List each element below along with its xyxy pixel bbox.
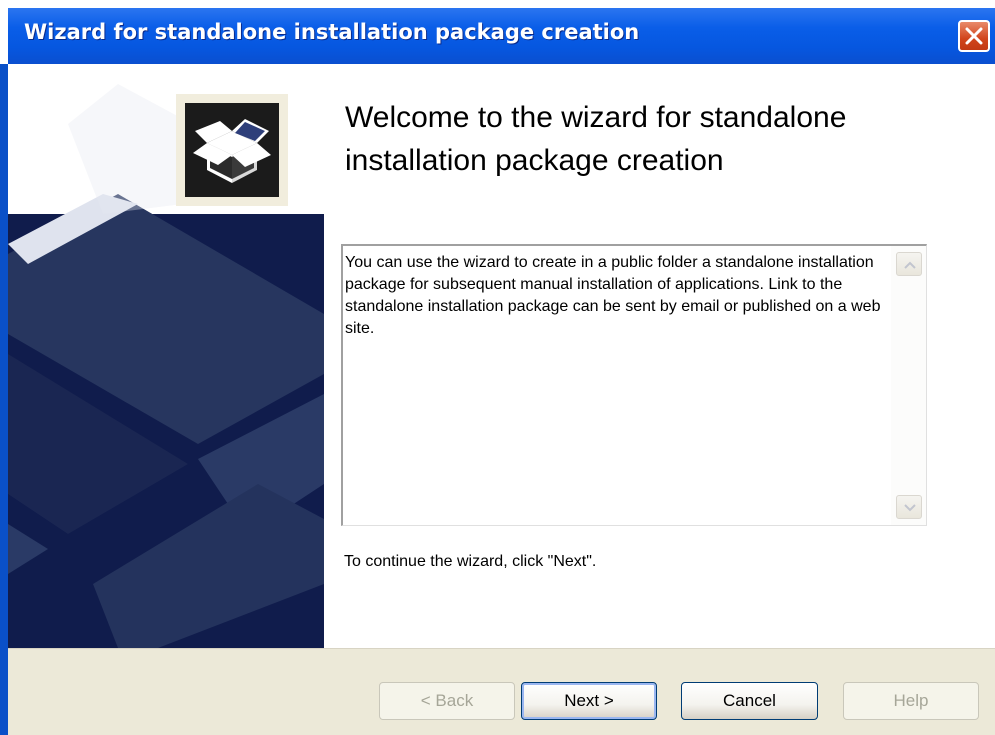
window-title: Wizard for standalone installation packa…	[24, 20, 640, 44]
next-button[interactable]: Next >	[521, 682, 657, 720]
scroll-up-button[interactable]	[896, 252, 922, 276]
package-box-icon	[176, 94, 288, 206]
close-icon	[965, 27, 983, 45]
continue-hint: To continue the wizard, click "Next".	[344, 553, 597, 570]
cancel-button[interactable]: Cancel	[681, 682, 818, 720]
close-button[interactable]	[958, 20, 990, 52]
description-scrollbar[interactable]	[891, 246, 926, 525]
scroll-down-button[interactable]	[896, 495, 922, 519]
description-textbox[interactable]: You can use the wizard to create in a pu…	[341, 244, 927, 526]
chevron-down-icon	[904, 504, 916, 512]
chevron-up-icon	[904, 261, 916, 269]
help-button[interactable]: Help	[843, 682, 979, 720]
welcome-heading: Welcome to the wizard for standalone ins…	[345, 101, 847, 177]
window-left-border	[0, 64, 8, 735]
button-bar: < Back Next > Cancel Help	[8, 648, 995, 735]
wizard-window: Wizard for standalone installation packa…	[0, 0, 995, 735]
back-button[interactable]: < Back	[379, 682, 515, 720]
title-bar[interactable]: Wizard for standalone installation packa…	[0, 0, 995, 72]
description-text: You can use the wizard to create in a pu…	[345, 254, 881, 337]
